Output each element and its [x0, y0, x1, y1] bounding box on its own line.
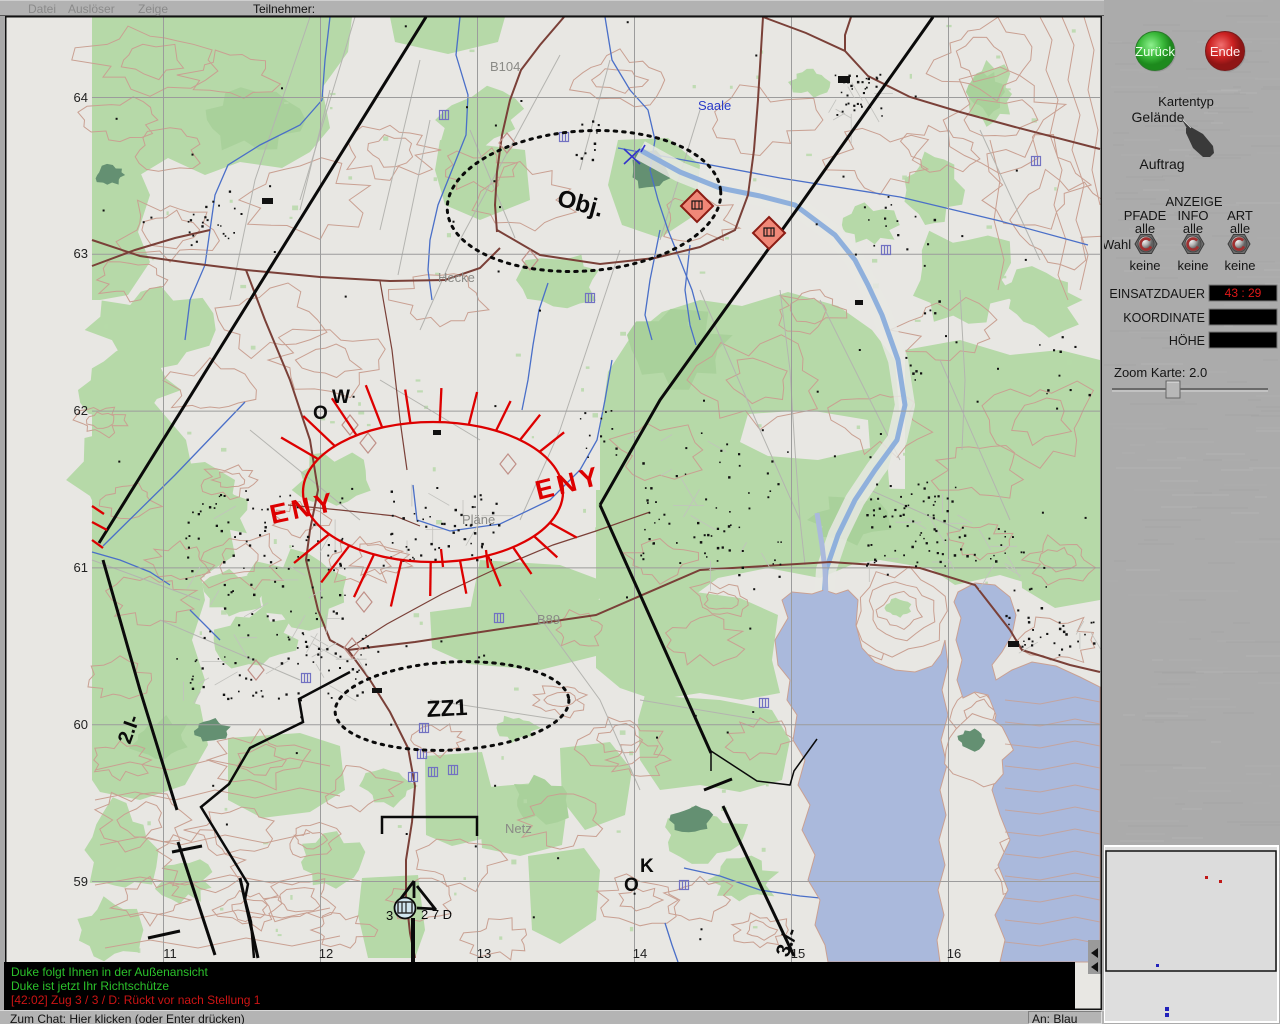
svg-text:ANZEIGE: ANZEIGE [1165, 194, 1222, 209]
svg-text:alle: alle [1230, 221, 1250, 236]
svg-text:keine: keine [1177, 258, 1208, 273]
svg-text:Pläne: Pläne [462, 512, 495, 527]
svg-text:13: 13 [477, 946, 491, 961]
svg-text:ZZ1: ZZ1 [426, 694, 468, 722]
svg-text:W: W [332, 387, 350, 408]
svg-text:Netz: Netz [505, 821, 532, 836]
svg-text:Ende: Ende [1210, 44, 1240, 59]
svg-text:alle: alle [1135, 221, 1155, 236]
svg-text:Kartentyp: Kartentyp [1158, 94, 1214, 109]
svg-text:B104: B104 [490, 59, 520, 74]
svg-text:Zurück: Zurück [1135, 44, 1175, 59]
svg-text:59: 59 [74, 874, 88, 889]
svg-text:2 7 D: 2 7 D [421, 907, 452, 922]
svg-text:16: 16 [947, 946, 961, 961]
svg-text:keine: keine [1129, 258, 1160, 273]
svg-text:43 : 29: 43 : 29 [1225, 286, 1262, 300]
svg-text:61: 61 [74, 560, 88, 575]
svg-text:EINSATZDAUER: EINSATZDAUER [1109, 287, 1205, 301]
svg-text:Auftrag: Auftrag [1139, 156, 1184, 172]
svg-text:KOORDINATE: KOORDINATE [1123, 311, 1205, 325]
svg-text:63: 63 [74, 246, 88, 261]
svg-text:62: 62 [74, 403, 88, 418]
svg-text:B89: B89 [537, 612, 560, 627]
svg-text:alle: alle [1183, 221, 1203, 236]
svg-text:K: K [640, 856, 654, 877]
svg-text:3: 3 [386, 908, 393, 923]
svg-text:60: 60 [74, 717, 88, 732]
svg-text:O: O [313, 403, 328, 424]
svg-text:11: 11 [163, 946, 177, 961]
svg-text:64: 64 [74, 90, 88, 105]
svg-text:14: 14 [633, 946, 647, 961]
svg-text:O: O [624, 875, 639, 896]
svg-text:HÖHE: HÖHE [1169, 334, 1205, 348]
svg-text:Zoom Karte: 2.0: Zoom Karte: 2.0 [1114, 365, 1207, 380]
svg-text:Gelände: Gelände [1132, 109, 1185, 125]
svg-text:Wahl: Wahl [1104, 237, 1131, 252]
svg-text:Saale: Saale [698, 98, 731, 113]
svg-text:keine: keine [1224, 258, 1255, 273]
svg-text:12: 12 [319, 946, 333, 961]
svg-text:Hecke: Hecke [438, 270, 475, 285]
